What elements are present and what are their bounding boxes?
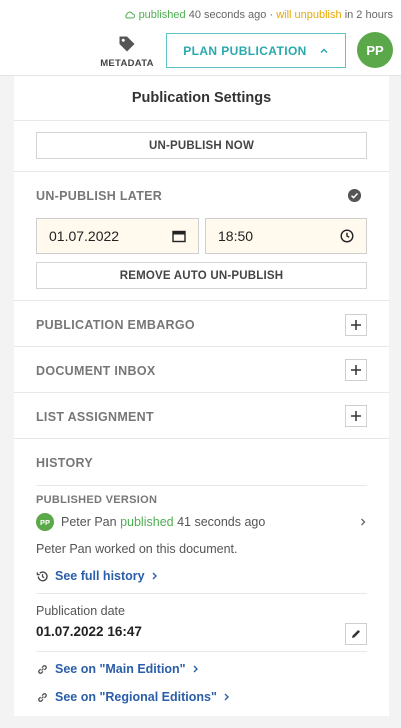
see-full-history-link[interactable]: See full history xyxy=(36,569,158,583)
calendar-icon[interactable] xyxy=(172,229,186,243)
publication-settings-panel: Publication Settings UN-PUBLISH NOW UN-P… xyxy=(14,76,389,716)
divider xyxy=(14,171,389,172)
see-on-main-edition-link[interactable]: See on "Main Edition" xyxy=(36,662,199,676)
publication-embargo-label: PUBLICATION EMBARGO xyxy=(36,318,195,332)
chevron-right-icon xyxy=(224,693,229,701)
chevron-up-icon xyxy=(320,47,328,53)
divider xyxy=(36,593,367,594)
regional-editions-label: See on "Regional Editions" xyxy=(55,690,217,704)
history-entry[interactable]: PP Peter Pan published 41 seconds ago xyxy=(36,513,367,531)
unpublish-now-button[interactable]: UN-PUBLISH NOW xyxy=(36,132,367,159)
divider xyxy=(14,438,389,439)
publication-date-label: Publication date xyxy=(36,604,125,618)
unpublish-date-input[interactable]: 01.07.2022 xyxy=(36,218,199,254)
unpublish-later-label: UN-PUBLISH LATER xyxy=(36,189,163,203)
date-value: 01.07.2022 xyxy=(49,228,120,244)
history-icon xyxy=(36,570,48,581)
publication-date-value: 01.07.2022 16:47 xyxy=(36,624,142,639)
chevron-right-icon xyxy=(152,572,157,580)
link-icon xyxy=(38,664,47,674)
divider xyxy=(36,651,367,652)
see-full-history-label: See full history xyxy=(55,569,145,583)
add-embargo-button[interactable] xyxy=(345,314,367,336)
chevron-right-icon xyxy=(361,518,366,526)
user-avatar[interactable]: PP xyxy=(357,32,393,68)
unpublish-time-input[interactable]: 18:50 xyxy=(205,218,367,254)
history-action: published xyxy=(120,515,174,529)
published-ago: 40 seconds ago xyxy=(188,9,267,21)
metadata-button[interactable]: METADATA xyxy=(96,34,158,74)
see-on-regional-editions-link[interactable]: See on "Regional Editions" xyxy=(36,690,230,704)
published-version-label: PUBLISHED VERSION xyxy=(36,494,158,506)
document-inbox-label: DOCUMENT INBOX xyxy=(36,364,156,378)
clock-icon[interactable] xyxy=(340,229,354,243)
unpublish-in: in 2 hours xyxy=(344,9,393,21)
divider xyxy=(14,392,389,393)
link-icon xyxy=(38,692,47,702)
edit-publication-date-button[interactable] xyxy=(345,623,367,645)
divider xyxy=(36,485,367,486)
status-separator: · xyxy=(269,9,274,21)
history-worked-on: Peter Pan worked on this document. xyxy=(36,542,238,556)
add-list-assignment-button[interactable] xyxy=(345,405,367,427)
history-ago: 41 seconds ago xyxy=(177,515,266,529)
cloud-icon xyxy=(124,11,135,19)
remove-auto-unpublish-button[interactable]: REMOVE AUTO UN-PUBLISH xyxy=(36,262,367,289)
plan-publication-button[interactable]: PLAN PUBLICATION xyxy=(166,33,346,68)
history-user-name: Peter Pan xyxy=(61,515,117,529)
divider xyxy=(14,300,389,301)
history-user-avatar: PP xyxy=(36,513,54,531)
published-status-label: published xyxy=(138,9,186,21)
check-circle-icon xyxy=(348,189,361,202)
plus-icon xyxy=(351,365,361,375)
pencil-icon xyxy=(352,630,360,638)
top-bar: published 40 seconds ago · will unpublis… xyxy=(0,0,401,76)
plan-publication-label: PLAN PUBLICATION xyxy=(183,43,307,58)
metadata-label: METADATA xyxy=(100,58,154,69)
add-inbox-button[interactable] xyxy=(345,359,367,381)
plus-icon xyxy=(351,320,361,330)
chevron-right-icon xyxy=(193,665,198,673)
main-edition-label: See on "Main Edition" xyxy=(55,662,186,676)
divider xyxy=(14,346,389,347)
panel-title: Publication Settings xyxy=(14,76,389,121)
plus-icon xyxy=(351,411,361,421)
history-label: HISTORY xyxy=(36,456,93,470)
time-value: 18:50 xyxy=(218,228,254,244)
list-assignment-label: LIST ASSIGNMENT xyxy=(36,410,154,424)
publication-status: published 40 seconds ago · will unpublis… xyxy=(124,9,393,21)
unpublish-status-label: will unpublish xyxy=(276,9,342,21)
tag-icon xyxy=(119,36,135,52)
